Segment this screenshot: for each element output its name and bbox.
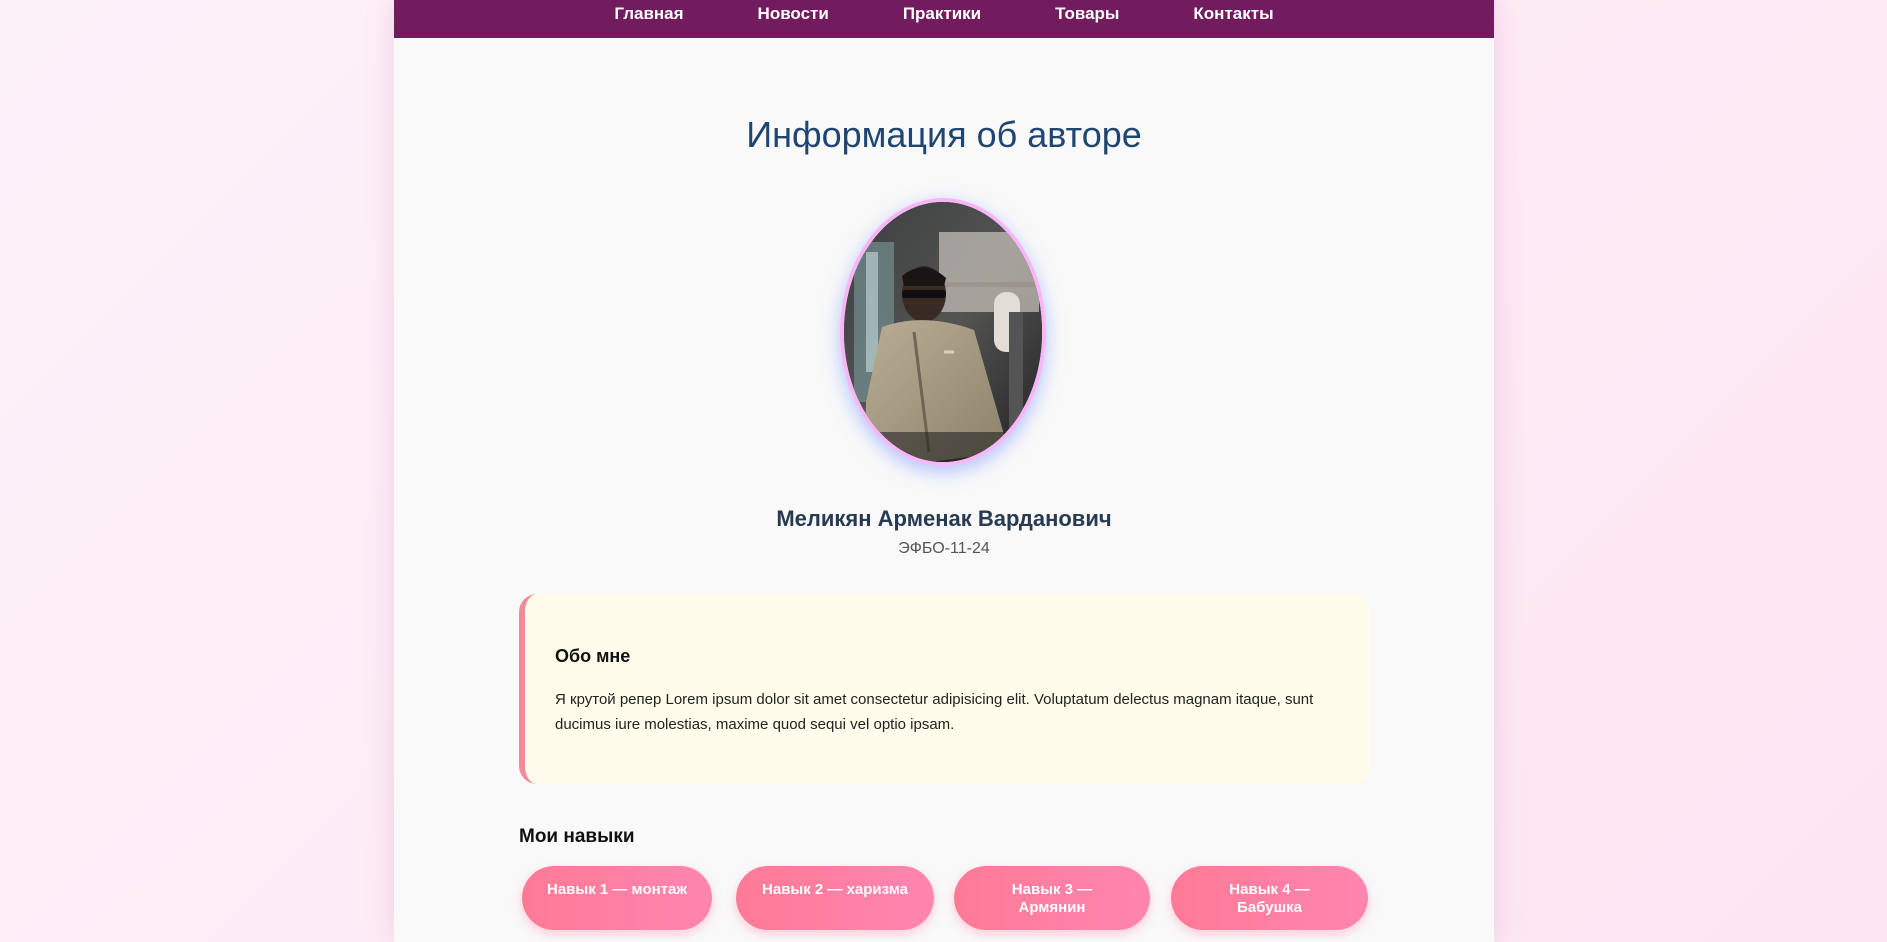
author-photo-image [844,202,1042,462]
skill-chip[interactable]: Навык 2 — харизма [736,866,934,930]
nav-link-home[interactable]: Главная [614,4,683,24]
skill-chip[interactable]: Навык 3 — Армянин [954,866,1150,930]
page-title: Информация об авторе [746,114,1142,155]
skills-title: Мои навыки [519,826,635,847]
skill-chip[interactable]: Навык 4 — Бабушка [1171,866,1368,930]
author-group: ЭФБО-11-24 [898,540,990,557]
author-photo [840,198,1046,466]
nav-link-products[interactable]: Товары [1055,4,1119,24]
nav-link-contacts[interactable]: Контакты [1193,4,1273,24]
top-navbar: Главная Новости Практики Товары Контакты [394,0,1494,38]
about-text: Я крутой репер Lorem ipsum dolor sit ame… [555,691,1314,733]
nav-link-practices[interactable]: Практики [903,4,981,24]
skill-chip[interactable]: Навык 1 — монтаж [522,866,712,930]
nav-link-news[interactable]: Новости [758,4,829,24]
page-container: Главная Новости Практики Товары Контакты… [394,0,1494,942]
author-name: Меликян Арменак Варданович [776,506,1112,531]
about-title: Обо мне [555,646,631,666]
about-card: Обо мне Я крутой репер Lorem ipsum dolor… [519,594,1370,784]
